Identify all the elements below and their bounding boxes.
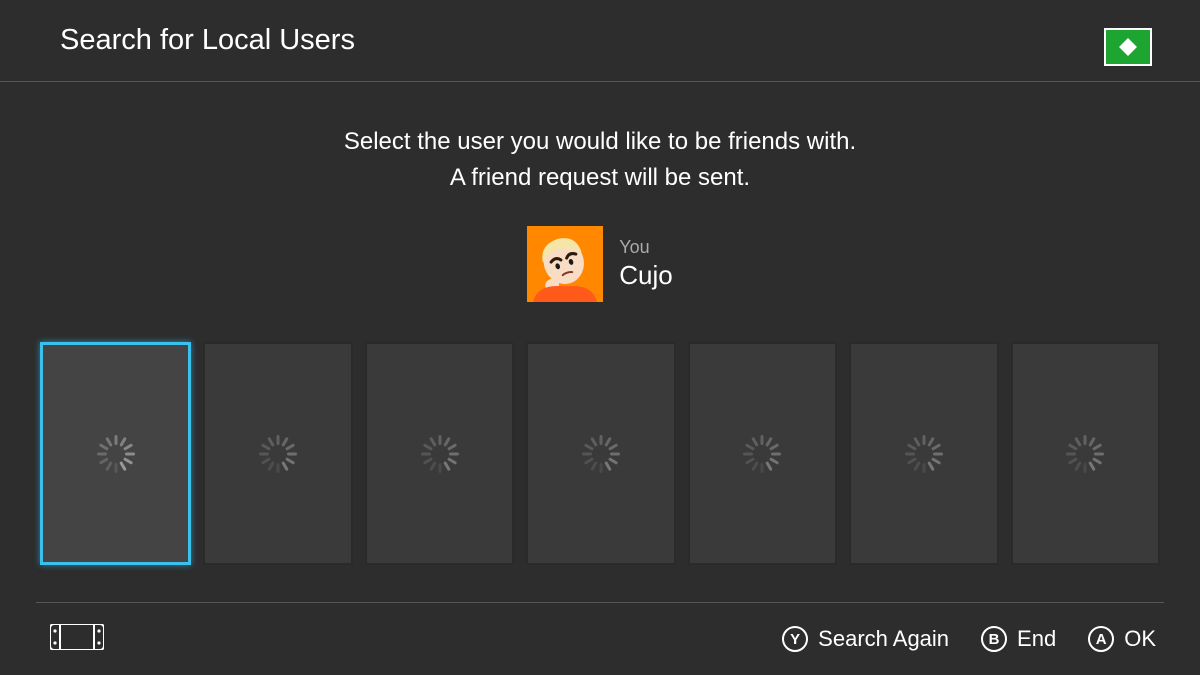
end-button[interactable]: B End: [981, 626, 1056, 652]
instructions: Select the user you would like to be fri…: [0, 124, 1200, 196]
loading-spinner-icon: [741, 433, 783, 475]
ok-label: OK: [1124, 626, 1156, 652]
user-slot[interactable]: [849, 342, 998, 565]
controller-icon: [50, 624, 104, 655]
user-slot[interactable]: [1011, 342, 1160, 565]
user-labels: You Cujo: [619, 237, 672, 291]
footer-actions: Y Search Again B End A OK: [782, 626, 1156, 652]
ok-button[interactable]: A OK: [1088, 626, 1156, 652]
loading-spinner-icon: [580, 433, 622, 475]
user-slot[interactable]: [365, 342, 514, 565]
user-slots: [0, 342, 1200, 565]
you-label: You: [619, 237, 672, 258]
user-slot[interactable]: [526, 342, 675, 565]
end-label: End: [1017, 626, 1056, 652]
loading-spinner-icon: [257, 433, 299, 475]
loading-spinner-icon: [419, 433, 461, 475]
loading-spinner-icon: [95, 433, 137, 475]
page-title: Search for Local Users: [60, 24, 355, 57]
a-button-icon: A: [1088, 626, 1114, 652]
instructions-line-1: Select the user you would like to be fri…: [0, 124, 1200, 160]
username: Cujo: [619, 260, 672, 291]
header: Search for Local Users: [0, 0, 1200, 82]
user-slot[interactable]: [203, 342, 352, 565]
avatar-mii-icon: [527, 226, 603, 302]
local-search-badge: [1104, 28, 1152, 66]
b-button-icon: B: [981, 626, 1007, 652]
search-again-button[interactable]: Y Search Again: [782, 626, 949, 652]
footer: Y Search Again B End A OK: [0, 603, 1200, 675]
avatar: [527, 226, 603, 302]
user-slot[interactable]: [40, 342, 191, 565]
current-user: You Cujo: [0, 226, 1200, 302]
instructions-line-2: A friend request will be sent.: [0, 160, 1200, 196]
search-again-label: Search Again: [818, 626, 949, 652]
diamond-icon: [1119, 38, 1137, 56]
loading-spinner-icon: [1064, 433, 1106, 475]
user-slot[interactable]: [688, 342, 837, 565]
loading-spinner-icon: [903, 433, 945, 475]
y-button-icon: Y: [782, 626, 808, 652]
